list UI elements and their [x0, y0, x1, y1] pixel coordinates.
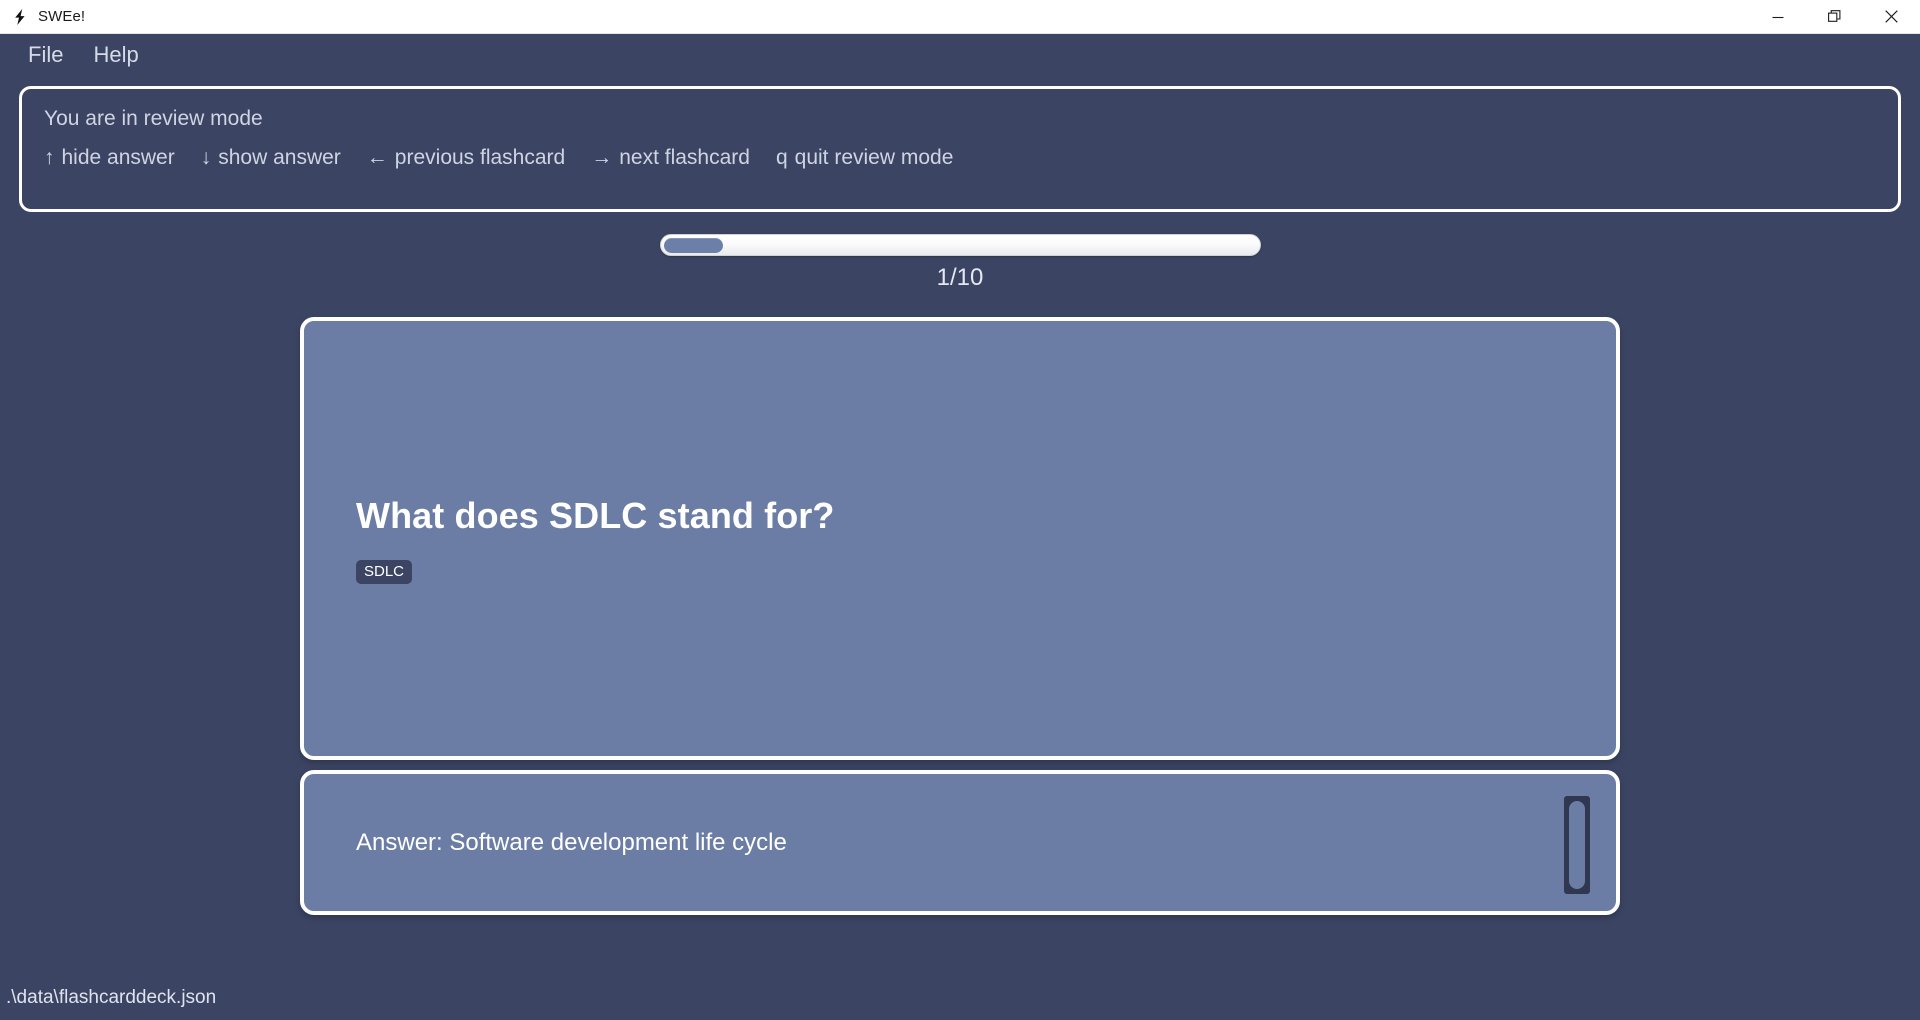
answer-scrollbar-thumb[interactable] [1569, 800, 1585, 889]
progress-bar [659, 234, 1261, 256]
question-text: What does SDLC stand for? [356, 494, 835, 536]
close-button[interactable] [1863, 0, 1920, 34]
answer-scrollbar[interactable] [1564, 795, 1590, 894]
answer-text: Answer: Software development life cycle [356, 828, 787, 856]
shortcut-label: next flashcard [619, 146, 750, 170]
shortcut-label: quit review mode [794, 146, 954, 170]
shortcut-previous-flashcard: ← previous flashcard [367, 145, 565, 170]
shortcut-quit-review-mode: q quit review mode [776, 145, 953, 170]
question-card[interactable]: What does SDLC stand for? SDLC [300, 316, 1620, 760]
window-title: SWEe! [38, 8, 86, 25]
shortcut-label: previous flashcard [394, 146, 566, 170]
menu-item-help[interactable]: Help [83, 40, 148, 70]
shortcut-label: hide answer [61, 146, 175, 170]
key-q: q [775, 146, 788, 170]
lightning-bolt-icon [11, 8, 29, 26]
arrow-down-icon: ↓ [200, 146, 212, 170]
deck-file-path: .\data\flashcarddeck.json [6, 986, 217, 1008]
app-window: SWEe! File Help You are in review mode ↑… [0, 0, 1920, 1020]
tag-list: SDLC [356, 559, 1564, 584]
title-bar-left: SWEe! [0, 8, 85, 26]
review-mode-banner: You are in review mode ↑ hide answer ↓ s… [19, 86, 1901, 212]
title-bar: SWEe! [0, 0, 1920, 34]
maximize-button[interactable] [1806, 0, 1863, 34]
status-bar: .\data\flashcarddeck.json [0, 976, 1920, 1020]
arrow-up-icon: ↑ [44, 146, 55, 170]
minimize-button[interactable] [1749, 0, 1806, 34]
menu-bar: File Help [0, 34, 1920, 76]
shortcut-show-answer: ↓ show answer [201, 145, 341, 170]
progress-section: 1/10 [0, 234, 1920, 293]
menu-item-file[interactable]: File [18, 40, 73, 70]
progress-counter: 1/10 [936, 264, 984, 291]
review-mode-shortcuts: ↑ hide answer ↓ show answer ← previous f… [44, 145, 1876, 170]
shortcut-next-flashcard: → next flashcard [591, 145, 750, 170]
review-mode-title: You are in review mode [44, 107, 263, 130]
arrow-right-icon: → [591, 146, 613, 170]
tag-badge[interactable]: SDLC [356, 559, 413, 584]
flashcard-area: What does SDLC stand for? SDLC Answer: S… [300, 316, 1620, 915]
arrow-left-icon: ← [366, 146, 388, 170]
window-controls [1749, 0, 1920, 34]
answer-card[interactable]: Answer: Software development life cycle [300, 769, 1620, 915]
progress-bar-fill [663, 237, 723, 253]
shortcut-label: show answer [218, 146, 341, 170]
shortcut-hide-answer: ↑ hide answer [44, 145, 175, 170]
